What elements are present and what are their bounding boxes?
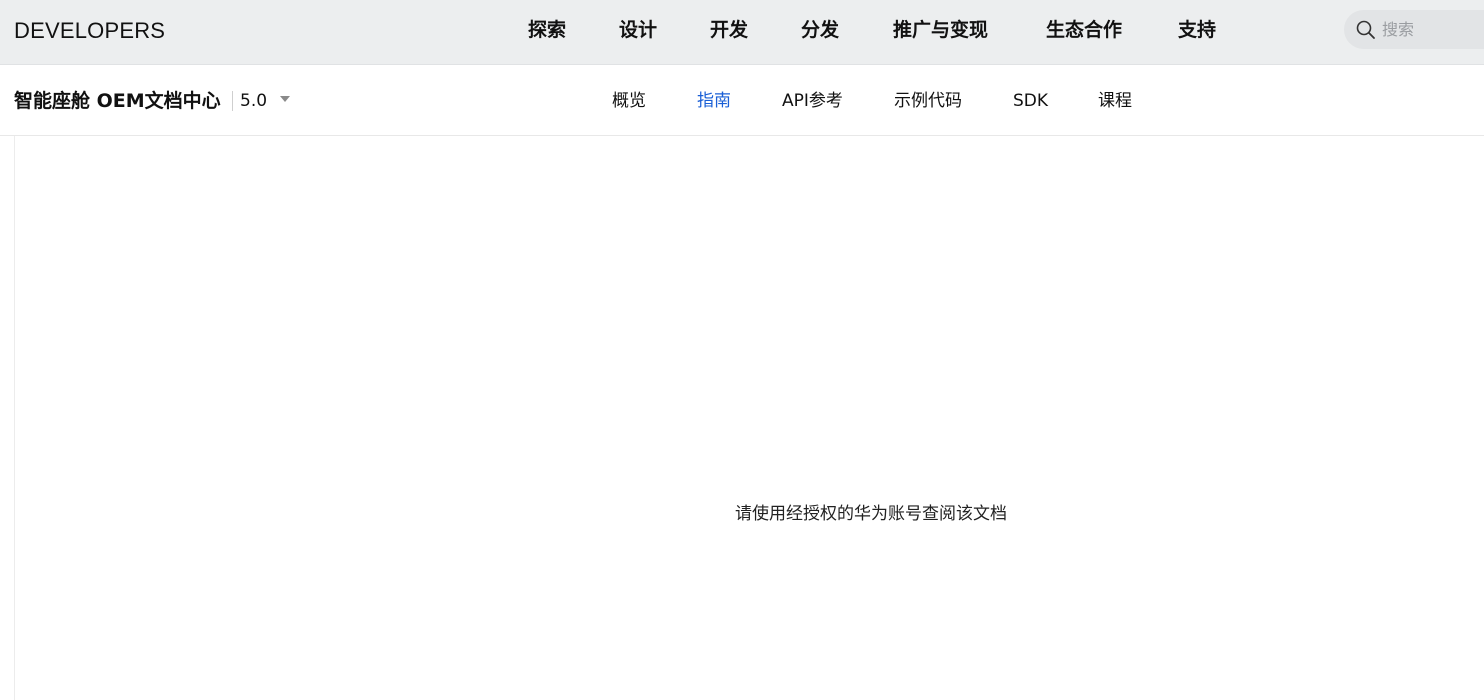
doc-header: 智能座舱 OEM文档中心 5.0 概览 指南 API参考 示例代码 SDK 课程 [0,65,1484,136]
nav-item-distribute[interactable]: 分发 [801,17,839,43]
auth-required-message: 请使用经授权的华为账号查阅该文档 [735,504,1007,524]
tab-api-reference[interactable]: API参考 [782,90,843,112]
sidebar-divider [14,136,15,700]
search-box[interactable] [1344,10,1484,49]
search-icon [1356,20,1375,39]
nav-item-support[interactable]: 支持 [1178,17,1216,43]
nav-item-promote-monetize[interactable]: 推广与变现 [893,17,988,43]
nav-item-design[interactable]: 设计 [619,17,657,43]
doc-center-title: 智能座舱 OEM文档中心 [14,90,221,112]
chevron-down-icon[interactable] [280,96,290,102]
title-divider [232,91,233,111]
search-input[interactable] [1382,17,1484,41]
tab-sdk[interactable]: SDK [1013,90,1048,112]
tab-overview[interactable]: 概览 [612,90,646,112]
brand-logo[interactable]: DEVELOPERS [14,18,165,44]
version-selector[interactable]: 5.0 [240,90,267,112]
nav-item-develop[interactable]: 开发 [710,17,748,43]
nav-item-explore[interactable]: 探索 [528,17,566,43]
tab-sample-code[interactable]: 示例代码 [894,90,962,112]
nav-item-ecosystem[interactable]: 生态合作 [1046,17,1122,43]
doc-content: 请使用经授权的华为账号查阅该文档 [0,136,1484,700]
global-header: DEVELOPERS 探索 设计 开发 分发 推广与变现 生态合作 支持 [0,0,1484,65]
tab-courses[interactable]: 课程 [1098,90,1132,112]
tab-guide[interactable]: 指南 [697,90,731,112]
